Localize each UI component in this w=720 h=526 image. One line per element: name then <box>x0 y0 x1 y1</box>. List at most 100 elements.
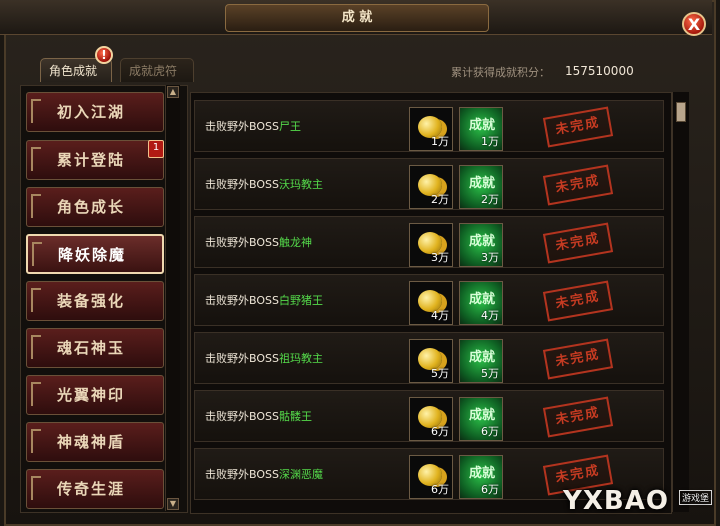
achievement-row: 击败野外BOSS祖玛教主 5万 成就 5万 未完成 <box>194 332 664 384</box>
scroll-down-arrow-icon[interactable]: ▼ <box>167 498 179 510</box>
achievement-prefix: 击败野外BOSS <box>205 468 279 481</box>
watermark-small-text: 游戏堡 <box>679 490 713 505</box>
achievement-point-reward[interactable]: 成就 6万 <box>459 455 503 499</box>
achievement-qty: 3万 <box>481 251 499 264</box>
achievement-qty: 6万 <box>481 483 499 496</box>
corner-ornament-icon <box>31 99 41 123</box>
gold-qty: 1万 <box>431 135 449 148</box>
corner-ornament-icon <box>31 382 41 406</box>
corner-ornament-icon <box>31 335 41 359</box>
achievement-icon-label: 成就 <box>468 176 495 191</box>
window-title: 成 就 <box>225 4 489 32</box>
corner-ornament-icon <box>31 288 41 312</box>
achievement-point-reward[interactable]: 成就 4万 <box>459 281 503 325</box>
achievement-prefix: 击败野外BOSS <box>205 352 279 365</box>
achievement-qty: 5万 <box>481 367 499 380</box>
achievement-scrollbar[interactable] <box>672 92 689 512</box>
achievement-prefix: 击败野外BOSS <box>205 120 279 133</box>
achievement-description: 击败野外BOSS白野猪王 <box>205 275 323 327</box>
gold-qty: 3万 <box>431 251 449 264</box>
scroll-up-arrow-icon[interactable]: ▲ <box>167 86 179 98</box>
close-button[interactable]: X <box>682 12 706 36</box>
incomplete-stamp: 未完成 <box>542 280 614 322</box>
category-label: 累计登陆 <box>57 151 126 169</box>
category-button-jueseChengzhang[interactable]: 角色成长 <box>26 187 164 227</box>
gold-qty: 4万 <box>431 309 449 322</box>
achievement-prefix: 击败野外BOSS <box>205 178 279 191</box>
category-label: 角色成长 <box>57 198 126 216</box>
notification-badge: 1 <box>148 140 164 158</box>
boss-name: 沃玛教主 <box>278 178 323 191</box>
site-watermark: YXBAO 游戏堡 <box>563 486 718 524</box>
achievement-row: 击败野外BOSS骷髅王 6万 成就 6万 未完成 <box>194 390 664 442</box>
category-label: 初入江湖 <box>57 103 126 121</box>
achievement-icon-label: 成就 <box>468 234 495 249</box>
achievement-description: 击败野外BOSS深渊恶魔 <box>205 449 323 501</box>
achievement-icon-label: 成就 <box>468 350 495 365</box>
watermark-text: YXBAO <box>563 486 669 516</box>
boss-name: 祖玛教主 <box>278 352 323 365</box>
achievement-description: 击败野外BOSS触龙神 <box>205 217 312 269</box>
category-label: 光翼神印 <box>57 386 126 404</box>
achievement-icon-label: 成就 <box>468 292 495 307</box>
category-button-leijiDenglu[interactable]: 累计登陆 <box>26 140 164 180</box>
achievement-qty: 4万 <box>481 309 499 322</box>
category-button-zhuangbeiQianghua[interactable]: 装备强化 <box>26 281 164 321</box>
category-label: 神魂神盾 <box>57 433 126 451</box>
achievement-prefix: 击败野外BOSS <box>205 236 279 249</box>
tab-achievement-tiger-talisman[interactable]: 成就虎符 <box>120 58 194 82</box>
boss-name: 骷髅王 <box>278 410 312 423</box>
achievement-row: 击败野外BOSS触龙神 3万 成就 3万 未完成 <box>194 216 664 268</box>
gold-reward[interactable]: 1万 <box>409 107 453 151</box>
category-button-guangyiShenyin[interactable]: 光翼神印 <box>26 375 164 415</box>
achievement-row: 击败野外BOSS沃玛教主 2万 成就 2万 未完成 <box>194 158 664 210</box>
corner-ornament-icon <box>31 429 41 453</box>
category-button-chuanqiShengya[interactable]: 传奇生涯 <box>26 469 164 509</box>
gold-qty: 6万 <box>431 425 449 438</box>
corner-ornament-icon <box>31 147 41 171</box>
achievement-description: 击败野外BOSS沃玛教主 <box>205 159 323 211</box>
gold-qty: 2万 <box>431 193 449 206</box>
gold-reward[interactable]: 6万 <box>409 455 453 499</box>
achievement-qty: 2万 <box>481 193 499 206</box>
gold-reward[interactable]: 2万 <box>409 165 453 209</box>
category-button-shenhunShendun[interactable]: 神魂神盾 <box>26 422 164 462</box>
achievement-qty: 1万 <box>481 135 499 148</box>
category-label: 传奇生涯 <box>57 480 126 498</box>
achievement-point-reward[interactable]: 成就 3万 <box>459 223 503 267</box>
scroll-thumb[interactable] <box>676 102 686 122</box>
gold-reward[interactable]: 4万 <box>409 281 453 325</box>
gold-qty: 5万 <box>431 367 449 380</box>
corner-ornament-icon <box>32 242 42 266</box>
achievement-qty: 6万 <box>481 425 499 438</box>
achievement-point-reward[interactable]: 成就 6万 <box>459 397 503 441</box>
category-label: 魂石神玉 <box>57 339 126 357</box>
achievement-description: 击败野外BOSS祖玛教主 <box>205 333 323 385</box>
achievement-description: 击败野外BOSS骷髅王 <box>205 391 312 443</box>
boss-name: 深渊恶魔 <box>278 468 323 481</box>
gold-reward[interactable]: 3万 <box>409 223 453 267</box>
boss-name: 尸王 <box>278 120 301 133</box>
category-button-hunshiShenyu[interactable]: 魂石神玉 <box>26 328 164 368</box>
achievement-row: 击败野外BOSS白野猪王 4万 成就 4万 未完成 <box>194 274 664 326</box>
category-label: 装备强化 <box>57 292 126 310</box>
achievement-description: 击败野外BOSS尸王 <box>205 101 301 153</box>
incomplete-stamp: 未完成 <box>542 222 614 264</box>
boss-name: 触龙神 <box>278 236 312 249</box>
achievement-prefix: 击败野外BOSS <box>205 410 279 423</box>
achievement-row: 击败野外BOSS尸王 1万 成就 1万 未完成 <box>194 100 664 152</box>
category-scrollbar[interactable]: ▲ ▼ <box>165 85 180 511</box>
gold-qty: 6万 <box>431 483 449 496</box>
boss-name: 白野猪王 <box>278 294 323 307</box>
category-button-xiangyaoChumo[interactable]: 降妖除魔 <box>26 234 164 274</box>
gold-reward[interactable]: 5万 <box>409 339 453 383</box>
corner-ornament-icon <box>31 194 41 218</box>
achievement-point-reward[interactable]: 成就 2万 <box>459 165 503 209</box>
category-button-chuRuJiangHu[interactable]: 初入江湖 <box>26 92 164 132</box>
corner-ornament-icon <box>31 476 41 500</box>
incomplete-stamp: 未完成 <box>542 396 614 438</box>
gold-reward[interactable]: 6万 <box>409 397 453 441</box>
achievement-point-reward[interactable]: 成就 5万 <box>459 339 503 383</box>
achievement-prefix: 击败野外BOSS <box>205 294 279 307</box>
achievement-point-reward[interactable]: 成就 1万 <box>459 107 503 151</box>
